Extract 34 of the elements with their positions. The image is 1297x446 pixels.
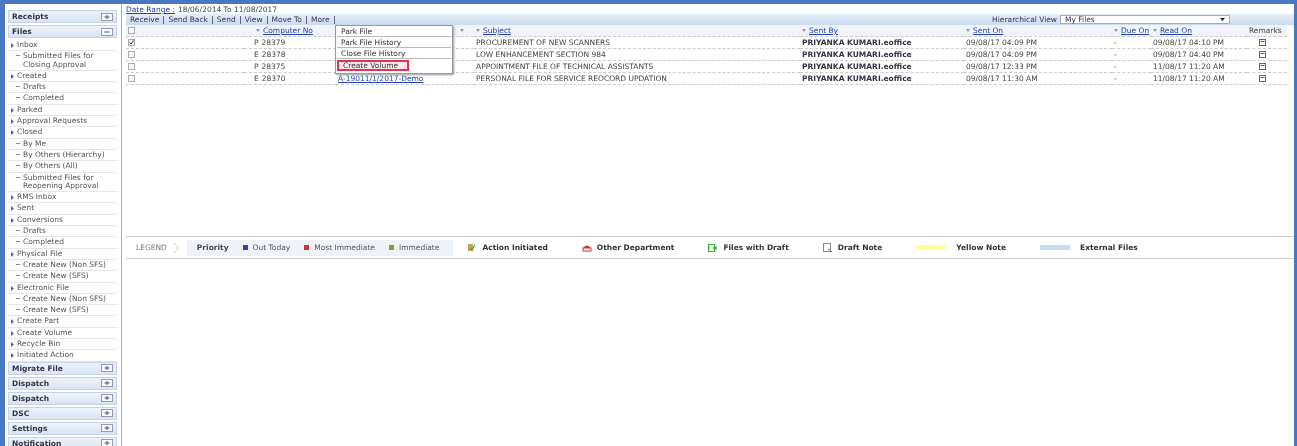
dash-icon (16, 308, 20, 312)
dash-icon (16, 262, 20, 266)
dash-icon (16, 54, 20, 58)
row-checkbox[interactable] (128, 63, 135, 70)
dash-icon (16, 229, 20, 233)
dash-icon (16, 164, 20, 168)
remarks-icon (1259, 75, 1266, 82)
dash-icon (16, 274, 20, 278)
dash-icon (16, 296, 20, 300)
dash-icon (16, 240, 20, 244)
triangle-icon (11, 73, 14, 79)
select-all-checkbox[interactable] (128, 27, 135, 34)
document-plus-icon (708, 243, 719, 252)
remarks-icon (1259, 39, 1266, 46)
dash-icon (16, 175, 20, 179)
triangle-icon (11, 43, 14, 48)
caret-icon (1220, 18, 1225, 21)
dash-icon (16, 85, 20, 89)
triangle-icon (11, 285, 14, 291)
dash-icon (16, 96, 20, 100)
document-check-icon (467, 243, 478, 252)
remarks-icon (1259, 51, 1266, 58)
triangle-icon (11, 251, 14, 257)
remarks-icon (1259, 63, 1266, 70)
row-checkbox[interactable] (128, 51, 135, 58)
row-checkbox[interactable] (128, 75, 135, 82)
row-checkbox[interactable] (128, 39, 135, 46)
chevron-icon (172, 242, 179, 253)
triangle-icon (11, 342, 14, 347)
dash-icon (16, 152, 20, 156)
dash-icon (16, 141, 20, 145)
note-icon (822, 243, 833, 252)
checkmark-icon (129, 40, 134, 45)
building-icon (581, 243, 592, 252)
